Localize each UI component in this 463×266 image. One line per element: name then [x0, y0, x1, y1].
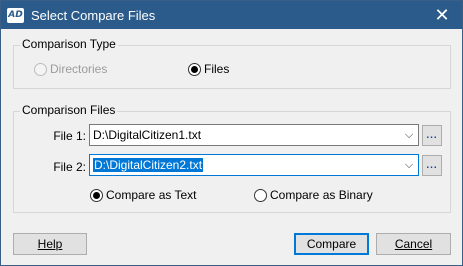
- close-button[interactable]: ✕: [422, 1, 462, 29]
- file2-value: D:\DigitalCitizen2.txt: [93, 158, 400, 172]
- title-bar[interactable]: AD Select Compare Files ✕: [1, 1, 462, 29]
- comparison-files-group: Comparison Files File 1: D:\DigitalCitiz…: [13, 103, 451, 213]
- app-logo-icon: AD: [7, 7, 24, 23]
- compare-button-label: Compare: [306, 237, 357, 251]
- comparison-files-label: Comparison Files: [20, 103, 118, 117]
- file2-combobox[interactable]: D:\DigitalCitizen2.txt ⌵: [89, 154, 419, 176]
- file2-browse-button[interactable]: ...: [422, 155, 442, 176]
- select-compare-files-dialog: AD Select Compare Files ✕ Comparison Typ…: [0, 0, 463, 266]
- chevron-down-icon[interactable]: ⌵: [400, 125, 418, 145]
- chevron-down-icon[interactable]: ⌵: [400, 155, 418, 175]
- help-button[interactable]: Help: [13, 233, 87, 255]
- close-icon: ✕: [434, 4, 450, 25]
- compare-as-binary-radio[interactable]: Compare as Binary: [254, 188, 373, 202]
- compare-as-text-label: Compare as Text: [106, 188, 197, 202]
- files-radio[interactable]: Files: [188, 62, 229, 76]
- cancel-button[interactable]: Cancel: [376, 233, 451, 255]
- file1-label: File 1:: [53, 129, 86, 143]
- directories-label: Directories: [50, 62, 108, 76]
- radio-icon: [34, 62, 47, 76]
- help-button-label: Help: [37, 237, 63, 251]
- window-title: Select Compare Files: [31, 7, 156, 23]
- radio-checked-icon: [90, 188, 103, 202]
- compare-button[interactable]: Compare: [294, 233, 369, 255]
- file1-browse-button[interactable]: ...: [422, 125, 442, 146]
- file1-combobox[interactable]: D:\DigitalCitizen1.txt ⌵: [89, 124, 419, 146]
- files-label: Files: [204, 62, 230, 76]
- compare-as-binary-label: Compare as Binary: [270, 188, 373, 202]
- radio-checked-icon: [188, 62, 201, 76]
- file2-selected-text: D:\DigitalCitizen2.txt: [93, 158, 204, 172]
- directories-radio[interactable]: Directories: [34, 62, 107, 76]
- compare-as-text-radio[interactable]: Compare as Text: [90, 188, 197, 202]
- file1-value: D:\DigitalCitizen1.txt: [93, 128, 202, 142]
- comparison-type-group: Comparison Type Directories Files: [13, 37, 451, 89]
- comparison-type-label: Comparison Type: [20, 37, 118, 51]
- file2-label: File 2:: [53, 160, 86, 174]
- radio-icon: [254, 188, 267, 202]
- cancel-button-label: Cancel: [394, 237, 433, 251]
